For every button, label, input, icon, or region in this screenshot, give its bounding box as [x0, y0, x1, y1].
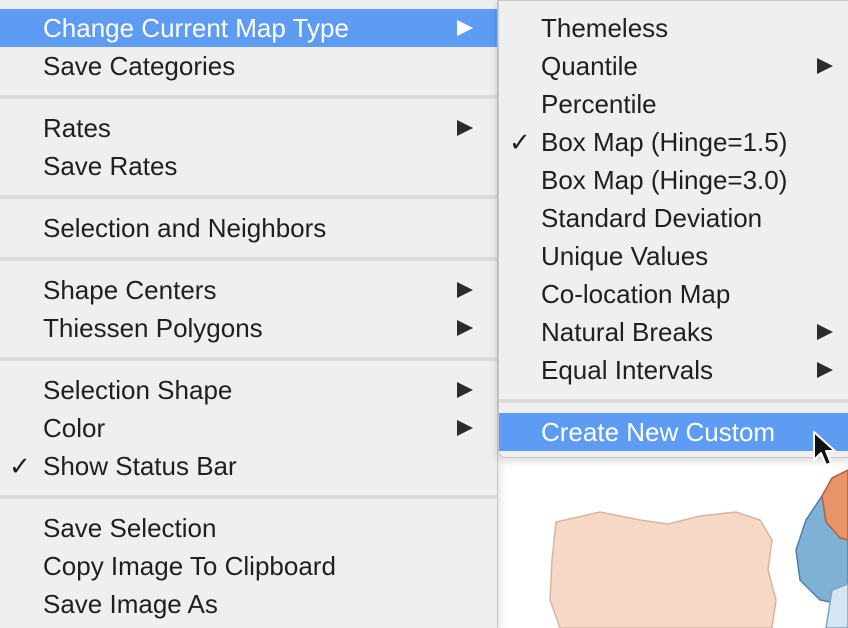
submenu-arrow-icon — [457, 382, 473, 398]
menu-item-label: Save Image As — [43, 589, 218, 619]
submenu-arrow-icon — [817, 58, 833, 74]
menu-item-label: Themeless — [541, 13, 669, 43]
menu-item-label: Selection Shape — [43, 375, 233, 405]
menu-item-label: Box Map (Hinge=3.0) — [541, 165, 788, 195]
submenu-arrow-icon — [457, 120, 473, 136]
menu-item-label: Shape Centers — [43, 275, 217, 305]
mouse-pointer-icon — [813, 431, 836, 466]
menu-item-label: Save Selection — [43, 513, 217, 543]
submenu-item-create-new-custom[interactable]: Create New Custom — [499, 413, 848, 451]
submenu-item-natural-breaks[interactable]: Natural Breaks — [499, 313, 848, 351]
submenu-arrow-icon — [457, 20, 473, 36]
submenu-item-co-location-map[interactable]: Co-location Map — [499, 275, 848, 313]
submenu-item-unique-values[interactable]: Unique Values — [499, 237, 848, 275]
menu-item-label: Save Rates — [43, 151, 178, 181]
menu-item-label: Thiessen Polygons — [43, 313, 263, 343]
submenu-arrow-icon — [457, 320, 473, 336]
menu-item-label: Save Categories — [43, 51, 236, 81]
menu-item-save-categories[interactable]: Save Categories — [0, 47, 497, 85]
checkmark-icon: ✓ — [509, 127, 531, 157]
menu-item-label: Selection and Neighbors — [43, 213, 327, 243]
submenu-item-percentile[interactable]: Percentile — [499, 85, 848, 123]
submenu-arrow-icon — [457, 420, 473, 436]
submenu-item-quantile[interactable]: Quantile — [499, 47, 848, 85]
menu-item-copy-image-to-clipboard[interactable]: Copy Image To Clipboard — [0, 547, 497, 585]
menu-item-color[interactable]: Color — [0, 409, 497, 447]
menu-separator — [0, 95, 497, 99]
menu-item-label: Unique Values — [541, 241, 709, 271]
menu-item-thiessen-polygons[interactable]: Thiessen Polygons — [0, 309, 497, 347]
submenu-arrow-icon — [817, 362, 833, 378]
menu-separator — [0, 195, 497, 199]
menu-item-label: Quantile — [541, 51, 638, 81]
submenu-item-box-map-hinge-1-5[interactable]: ✓ Box Map (Hinge=1.5) — [499, 123, 848, 161]
menu-item-label: Natural Breaks — [541, 317, 713, 347]
submenu-item-standard-deviation[interactable]: Standard Deviation — [499, 199, 848, 237]
menu-item-save-selection[interactable]: Save Selection — [0, 509, 497, 547]
menu-separator — [0, 257, 497, 261]
menu-item-label: Show Status Bar — [43, 451, 237, 481]
menu-separator — [0, 495, 497, 499]
menu-item-label: Box Map (Hinge=1.5) — [541, 127, 788, 157]
submenu-item-box-map-hinge-3-0[interactable]: Box Map (Hinge=3.0) — [499, 161, 848, 199]
menu-item-show-status-bar[interactable]: ✓ Show Status Bar — [0, 447, 497, 485]
submenu-arrow-icon — [457, 282, 473, 298]
map-region-peach — [549, 511, 777, 628]
menu-item-save-image-as[interactable]: Save Image As — [0, 585, 497, 623]
submenu-item-equal-intervals[interactable]: Equal Intervals — [499, 351, 848, 389]
submenu-item-themeless[interactable]: Themeless — [499, 9, 848, 47]
menu-item-label: Standard Deviation — [541, 203, 763, 233]
menu-item-label: Copy Image To Clipboard — [43, 551, 336, 581]
menu-item-label: Rates — [43, 113, 111, 143]
menu-item-label: Create New Custom — [541, 417, 776, 447]
submenu-arrow-icon — [817, 324, 833, 340]
menu-item-selection-and-neighbors[interactable]: Selection and Neighbors — [0, 209, 497, 247]
menu-item-label: Change Current Map Type — [43, 13, 349, 43]
menu-item-label: Equal Intervals — [541, 355, 713, 385]
menu-item-label: Percentile — [541, 89, 657, 119]
menu-item-selection-shape[interactable]: Selection Shape — [0, 371, 497, 409]
menu-item-label: Co-location Map — [541, 279, 731, 309]
menu-item-label: Color — [43, 413, 106, 443]
checkmark-icon: ✓ — [9, 451, 31, 481]
menu-item-change-current-map-type[interactable]: Change Current Map Type — [0, 9, 497, 47]
menu-item-save-rates[interactable]: Save Rates — [0, 147, 497, 185]
menu-item-shape-centers[interactable]: Shape Centers — [0, 271, 497, 309]
menu-item-rates[interactable]: Rates — [0, 109, 497, 147]
map-type-submenu: Themeless Quantile Percentile ✓ Box Map … — [498, 0, 848, 458]
menu-separator — [0, 357, 497, 361]
menu-separator — [499, 399, 848, 403]
context-menu: Change Current Map Type Save Categories … — [0, 0, 498, 628]
